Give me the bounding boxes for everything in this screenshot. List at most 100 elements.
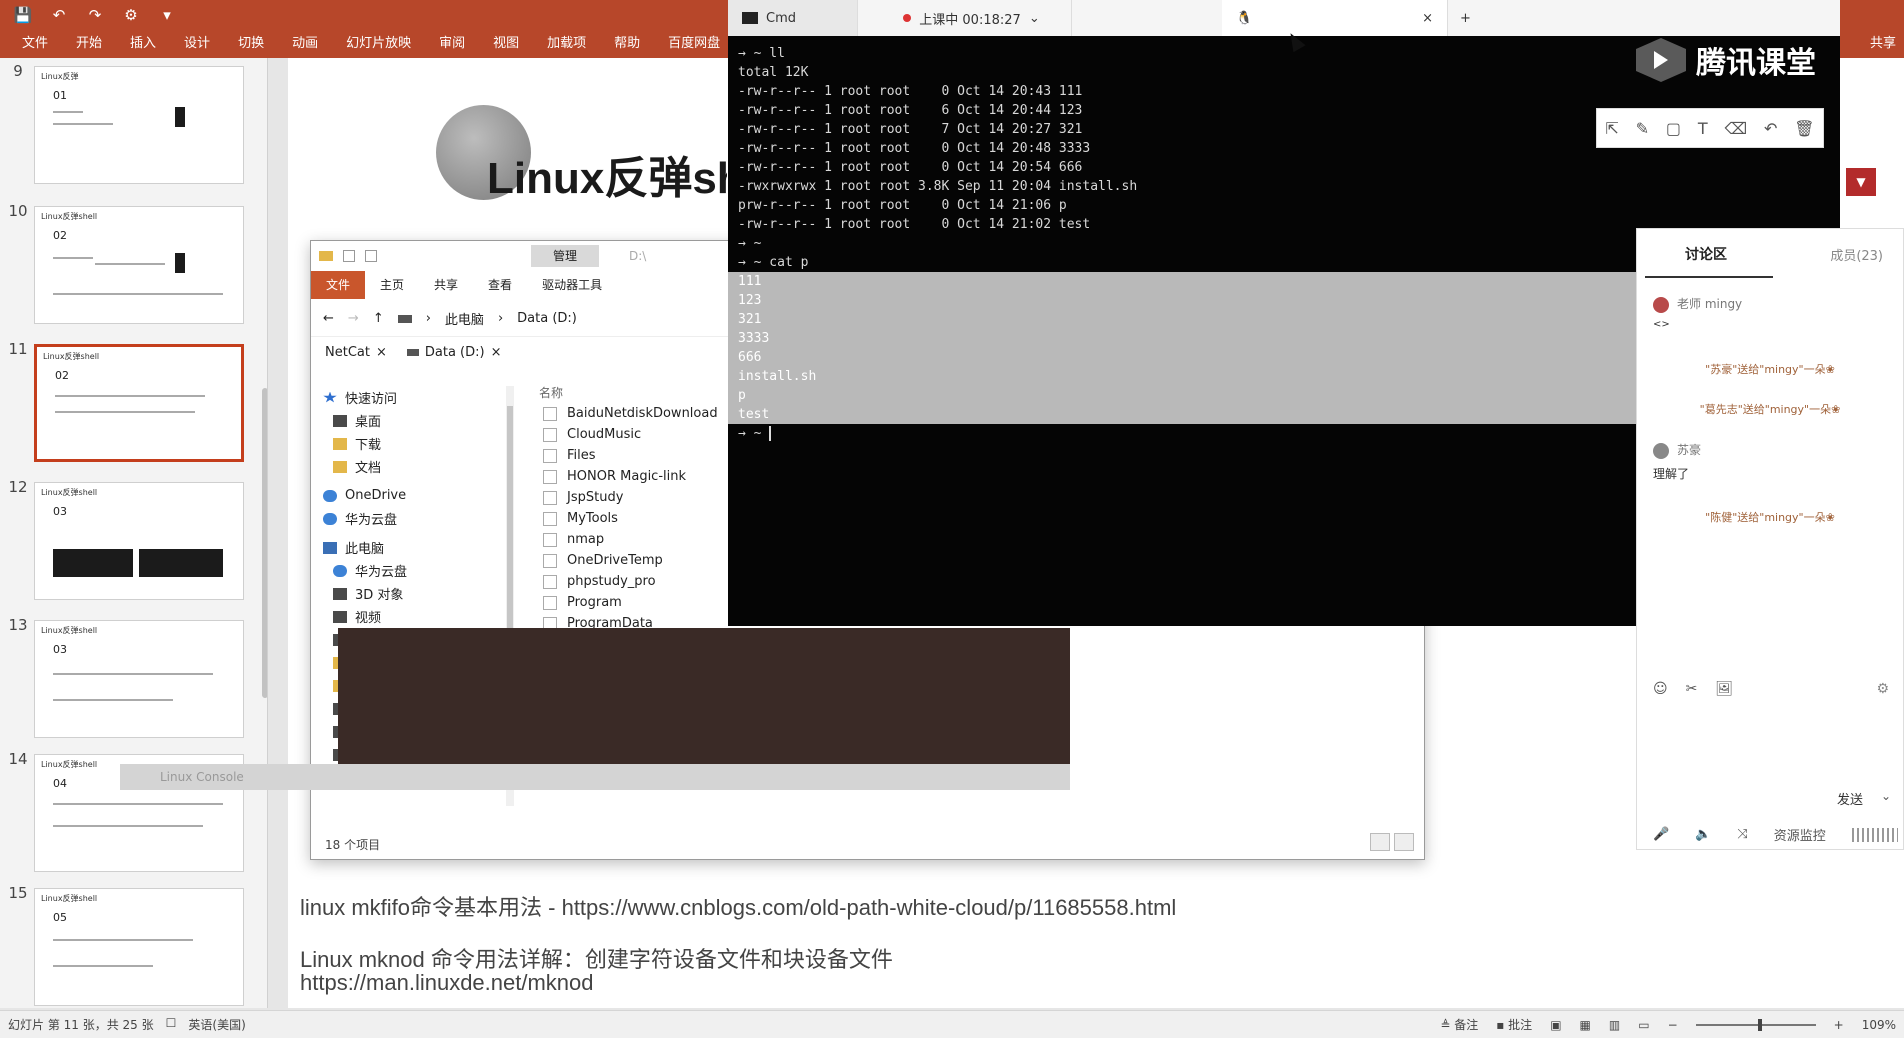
up-arrow-icon[interactable]: ↑ [373,311,384,326]
slide-thumb-row[interactable]: 12 Linux反弹shell 03 [0,478,267,608]
tab-view[interactable]: 视图 [479,30,533,58]
reading-view-icon[interactable]: ▥ [1609,1018,1620,1032]
share-screen-icon[interactable]: ⤨ [1737,827,1747,842]
tab-discussion[interactable]: 讨论区 [1685,244,1727,264]
slide-link-mknod[interactable]: https://man.linuxde.net/mknod [300,970,594,996]
chevron-down-icon[interactable]: ⌄ [1029,11,1040,26]
slide-thumb-row[interactable]: 13 Linux反弹shell 03 [0,616,267,746]
share-button[interactable]: 共享 [1870,30,1896,58]
tab-review[interactable]: 审阅 [425,30,479,58]
eraser-icon[interactable]: ⌫ [1725,119,1748,138]
tab-members[interactable]: 成员(23) [1830,245,1883,264]
quick-tab-netcat[interactable]: NetCat × [325,345,387,360]
speaker-icon[interactable]: 🔈 [1695,827,1711,842]
save-icon[interactable]: 💾 [14,6,33,24]
slide-thumb-row[interactable]: 11 Linux反弹shell 02 [0,340,267,470]
scissors-icon[interactable]: ✂ [1686,681,1698,697]
nav-item[interactable]: 快速访问 [323,386,523,409]
tab-home[interactable]: 开始 [62,30,116,58]
tab-home[interactable]: 主页 [365,271,419,299]
send-button[interactable]: 发送 [1837,789,1863,808]
nav-item[interactable]: 华为云盘 [323,507,523,530]
tab-file[interactable]: 文件 [8,30,62,58]
tab-file[interactable]: 文件 [311,271,366,299]
chevron-down-icon[interactable]: ⌄ [1881,789,1891,803]
new-folder-icon[interactable] [365,250,377,262]
zoom-slider[interactable] [1695,1018,1816,1031]
zoom-in-icon[interactable]: + [1834,1018,1844,1032]
zoom-slider-knob[interactable] [1757,1018,1762,1031]
pen-icon[interactable]: ✎ [1636,119,1649,138]
close-icon[interactable]: × [1422,11,1433,26]
slide-title[interactable]: Linux反弹shell [487,142,727,206]
slide-sorter-icon[interactable]: ▦ [1580,1018,1591,1032]
thumbnail-scrollbar[interactable] [262,388,267,698]
nav-item[interactable]: 下载 [323,432,523,455]
quick-tab-data-d[interactable]: Data (D:) × [406,345,502,360]
manage-tab[interactable]: 管理 [531,245,600,267]
tab-linux[interactable]: 🐧 × [1222,0,1448,36]
language-indicator[interactable]: 英语(美国) [188,1016,245,1033]
nav-item[interactable]: OneDrive [323,484,523,507]
redo-icon[interactable]: ↷ [86,6,104,24]
slide-thumb-row[interactable]: 15 Linux反弹shell 05 [0,884,267,1008]
tab-design[interactable]: 设计 [170,30,224,58]
slide-thumbnail-active[interactable]: Linux反弹shell 02 [34,344,244,462]
tab-drive-tools[interactable]: 驱动器工具 [527,271,617,299]
nav-item[interactable]: 视频 [323,605,523,628]
slide-thumb-row[interactable]: 9 Linux反弹 01 [0,62,267,192]
forward-arrow-icon[interactable]: → [348,311,359,326]
slideshow-icon[interactable]: ▭ [1638,1018,1649,1032]
slide-thumbnail[interactable]: Linux反弹shell 03 [34,482,244,600]
slide-thumbnail[interactable]: Linux反弹shell 03 [34,620,244,738]
tab-animations[interactable]: 动画 [278,30,332,58]
slide-thumbnail[interactable]: Linux反弹 01 [34,66,244,184]
close-icon[interactable]: × [491,345,502,360]
nav-item[interactable]: 3D 对象 [323,582,523,605]
dropdown-icon[interactable]: ▾ [158,6,176,24]
zoom-level[interactable]: 109% [1862,1018,1896,1032]
back-arrow-icon[interactable]: ← [323,311,334,326]
breadcrumb-data-d[interactable]: Data (D:) [517,311,577,326]
tab-cmd[interactable]: Cmd [728,0,858,36]
image-icon[interactable]: 🖼 [1715,681,1733,697]
breadcrumb-this-pc[interactable]: 此电脑 [445,309,484,328]
tab-addins[interactable]: 加载项 [533,30,600,58]
settings-icon[interactable]: ⚙ [1876,681,1889,697]
close-icon[interactable]: × [376,345,387,360]
customize-icon[interactable]: ⚙ [122,6,140,24]
tab-baidu[interactable]: 百度网盘 [654,30,734,58]
nav-item[interactable]: 桌面 [323,409,523,432]
slide-link-mkfifo[interactable]: linux mkfifo命令基本用法 - https://www.cnblogs… [300,890,1176,922]
large-icons-view-icon[interactable] [1394,833,1414,851]
undo-icon[interactable]: ↶ [1764,119,1777,138]
tab-transitions[interactable]: 切换 [224,30,278,58]
microphone-icon[interactable]: 🎤 [1653,827,1669,842]
collapse-button[interactable]: ▼ [1846,168,1876,196]
comments-button[interactable]: ▪ 批注 [1496,1016,1532,1033]
text-icon[interactable]: T [1698,119,1708,138]
details-view-icon[interactable] [1370,833,1390,851]
tab-slideshow[interactable]: 幻灯片放映 [332,30,425,58]
slide-thumbnail[interactable]: Linux反弹shell 02 [34,206,244,324]
spellcheck-icon[interactable]: ☐ [166,1016,177,1033]
nav-item[interactable]: 文档 [323,455,523,478]
shape-icon[interactable]: ▢ [1666,119,1681,138]
pointer-icon[interactable]: ⇱ [1605,119,1618,138]
tab-insert[interactable]: 插入 [116,30,170,58]
nav-item[interactable]: 华为云盘 [323,559,523,582]
new-tab-icon[interactable]: + [1448,11,1483,26]
zoom-out-icon[interactable]: − [1668,1018,1678,1032]
resource-monitor-label[interactable]: 资源监控 [1774,825,1826,844]
properties-icon[interactable] [343,250,355,262]
normal-view-icon[interactable]: ▣ [1550,1018,1561,1032]
column-header-name[interactable]: 名称 [539,384,563,401]
emoji-icon[interactable]: ☺ [1653,681,1668,697]
slide-thumb-row[interactable]: 10 Linux反弹shell 02 [0,202,267,332]
undo-icon[interactable]: ↶ [50,6,68,24]
notes-button[interactable]: ≜ 备注 [1440,1016,1478,1033]
tab-view[interactable]: 查看 [473,271,527,299]
tab-help[interactable]: 帮助 [600,30,654,58]
slide-thumbnail[interactable]: Linux反弹shell 05 [34,888,244,1006]
nav-item[interactable]: 此电脑 [323,536,523,559]
